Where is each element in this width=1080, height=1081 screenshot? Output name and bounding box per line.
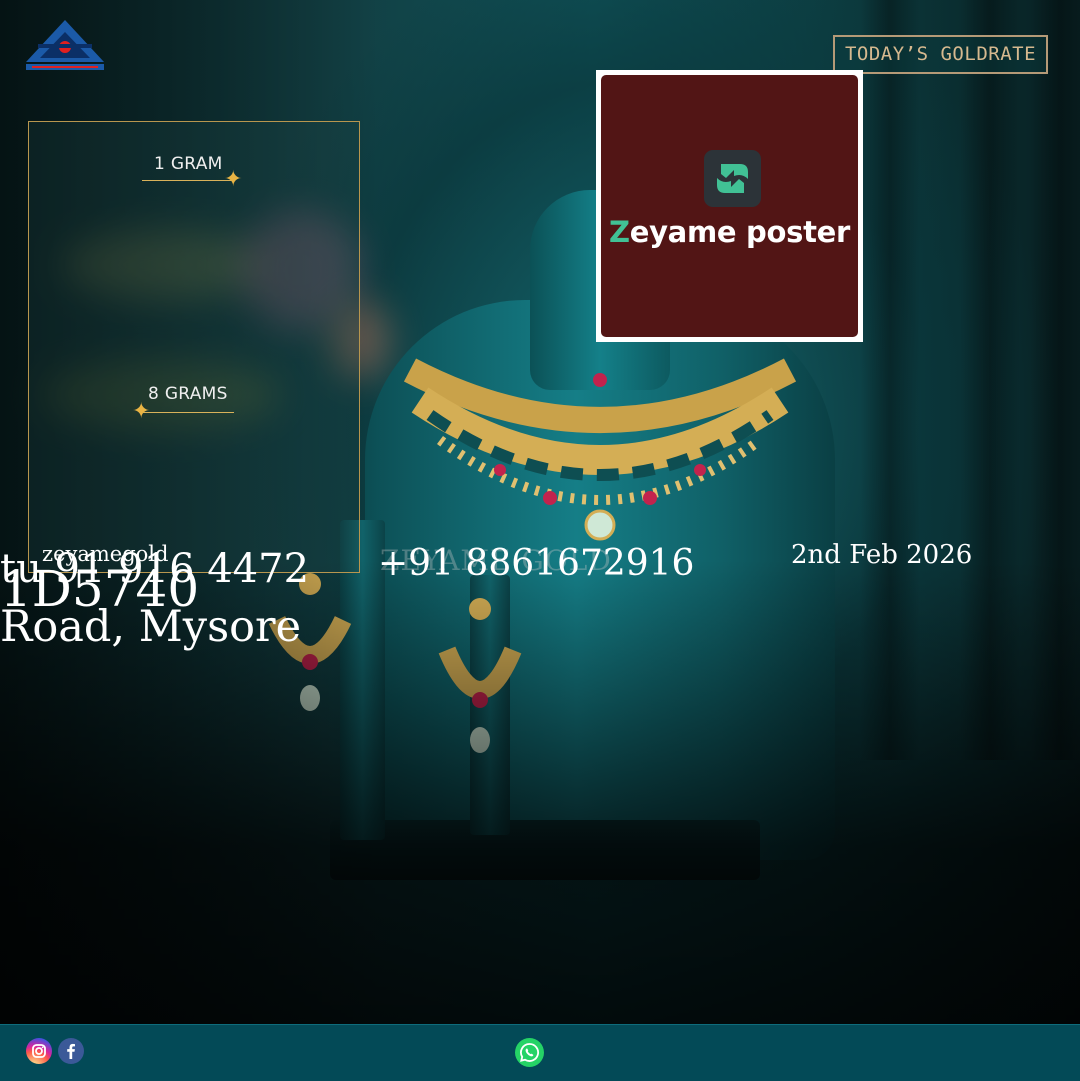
zeyame-poster-card: Zeyame poster (596, 70, 863, 342)
address-text: Road, Mysore (0, 602, 302, 652)
gold-rate-panel (28, 121, 360, 573)
facebook-icon[interactable] (58, 1038, 84, 1064)
sparkle-icon: ✦ (132, 399, 151, 424)
todays-goldrate-button[interactable]: TODAY’S GOLDRATE (833, 35, 1048, 74)
divider-line (142, 412, 234, 413)
instagram-icon[interactable] (26, 1038, 52, 1064)
phone-number-2-text: +91 8861672916 (378, 543, 695, 584)
whatsapp-icon[interactable] (515, 1038, 544, 1067)
poster-brand-rest: eyame poster (629, 215, 851, 249)
poster-panel: Zeyame poster (601, 75, 858, 337)
poster-brand-title: Zeyame poster (601, 215, 858, 249)
bis-hallmark-logo-icon (24, 18, 106, 76)
divider-line (142, 180, 232, 181)
social-handle-text: zeyamegold (42, 542, 169, 566)
necklace-image (403, 358, 797, 541)
sparkle-icon: ✦ (224, 167, 243, 192)
poster-brand-first-letter: Z (608, 215, 630, 249)
one-gram-label: 1 GRAM (154, 154, 223, 174)
eight-grams-label: 8 GRAMS (148, 384, 228, 404)
date-text: 2nd Feb 2026 (791, 540, 973, 570)
leaf-bolt-icon (704, 150, 761, 207)
